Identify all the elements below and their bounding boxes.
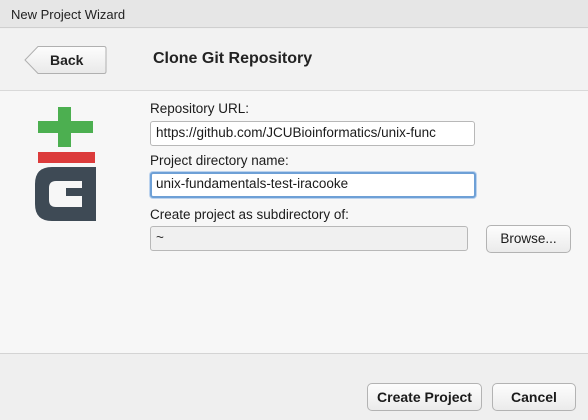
repository-url-label: Repository URL:	[150, 101, 250, 116]
create-project-button[interactable]: Create Project	[367, 383, 482, 411]
browse-button[interactable]: Browse...	[486, 225, 571, 253]
project-directory-name-input[interactable]: unix-fundamentals-test-iracooke	[150, 172, 476, 198]
back-button-label: Back	[50, 52, 84, 68]
wizard-body: Repository URL: https://github.com/JCUBi…	[0, 91, 588, 354]
new-project-wizard-window: New Project Wizard Back Clone Git Reposi…	[0, 0, 588, 420]
git-logo-icon	[35, 107, 96, 221]
window-title: New Project Wizard	[11, 7, 126, 22]
cancel-button[interactable]: Cancel	[492, 383, 576, 411]
repository-url-input[interactable]: https://github.com/JCUBioinformatics/uni…	[150, 121, 475, 146]
subdirectory-input[interactable]: ~	[150, 226, 468, 251]
subdirectory-label: Create project as subdirectory of:	[150, 207, 349, 222]
back-button[interactable]: Back	[24, 45, 107, 75]
page-title: Clone Git Repository	[153, 50, 313, 67]
title-bar: New Project Wizard	[0, 0, 588, 28]
wizard-header: Back Clone Git Repository	[0, 29, 588, 91]
project-directory-name-label: Project directory name:	[150, 153, 289, 168]
